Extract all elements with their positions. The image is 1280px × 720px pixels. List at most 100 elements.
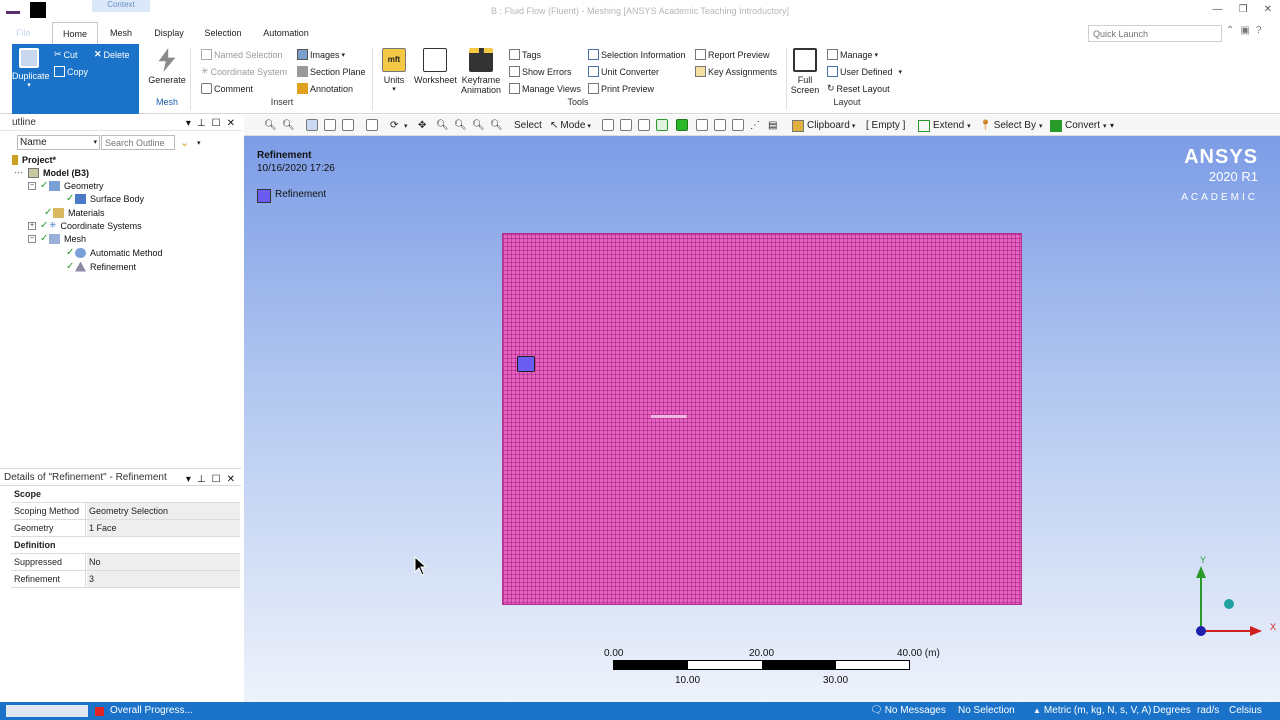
user-defined-button[interactable]: User Defined ▾ — [827, 66, 902, 77]
tree-item-geometry[interactable]: − ✓ Geometry — [28, 179, 104, 192]
units-button[interactable]: mft Units ▾ — [378, 48, 410, 95]
tree-item-model[interactable]: ⋯ Model (B3) — [14, 166, 89, 179]
filter-options-icon[interactable]: ⌄ — [180, 136, 189, 149]
coordinate-system-button[interactable]: ✳ Coordinate System — [201, 66, 287, 77]
box-zoom-icon[interactable]: 🔍︎ — [454, 118, 467, 133]
pan-icon[interactable]: ✥ — [418, 118, 426, 133]
worksheet-button[interactable]: Worksheet — [414, 48, 457, 85]
edge-view-icon[interactable] — [342, 119, 354, 131]
details-section-scope[interactable]: Scope — [11, 486, 240, 503]
shaded-view-icon[interactable] — [306, 119, 318, 131]
chevron-down-icon[interactable]: ▾ — [404, 118, 408, 133]
duplicate-button[interactable]: Duplicate ▾ — [12, 48, 50, 91]
key-assignments-button[interactable]: Key Assignments — [695, 66, 777, 77]
select-all-icon[interactable]: ⋰ — [750, 118, 760, 133]
expand-icon[interactable]: + — [28, 221, 36, 230]
select-vertex-icon[interactable] — [602, 119, 614, 131]
zoom-out-icon[interactable]: 🔍︎ — [282, 118, 295, 133]
collapse-ribbon-icon[interactable]: ⌃ — [1226, 25, 1234, 36]
maximize-pane-icon[interactable]: ☐ — [212, 116, 221, 131]
tree-item-surface-body[interactable]: ✓ Surface Body — [66, 192, 144, 205]
pin-pane-icon[interactable]: ⊥ — [197, 116, 206, 131]
select-edge-icon[interactable] — [620, 119, 632, 131]
app-menu-icon[interactable] — [6, 11, 20, 14]
annotation-button[interactable]: Annotation — [297, 83, 353, 94]
tab-selection[interactable]: Selection — [196, 22, 250, 44]
details-row-scoping-method[interactable]: Scoping Method Geometry Selection — [11, 503, 240, 520]
selected-face-marker[interactable] — [517, 356, 535, 372]
select-face-icon[interactable] — [638, 119, 650, 131]
report-preview-button[interactable]: Report Preview — [695, 49, 770, 60]
tab-file[interactable]: File — [0, 22, 52, 44]
print-preview-button[interactable]: Print Preview — [588, 83, 654, 94]
details-row-geometry[interactable]: Geometry 1 Face — [11, 520, 240, 537]
help-icon[interactable]: ? — [1256, 25, 1262, 36]
tab-home[interactable]: Home — [52, 22, 98, 44]
tree-item-automatic-method[interactable]: ✓ Automatic Method — [66, 246, 163, 259]
zoom-in-icon[interactable]: 🔍︎ — [264, 118, 277, 133]
collapse-icon[interactable]: − — [28, 234, 36, 243]
tags-button[interactable]: Tags — [509, 49, 541, 60]
show-errors-button[interactable]: Show Errors — [509, 66, 572, 77]
convert-dropdown[interactable]: Convert ▾ — [1050, 118, 1107, 133]
delete-button[interactable]: ✕ Delete — [94, 49, 130, 60]
display-options-icon[interactable] — [366, 119, 378, 131]
details-row-suppressed[interactable]: Suppressed No — [11, 554, 240, 571]
reset-layout-button[interactable]: ↻ Reset Layout — [827, 83, 890, 94]
graphics-viewport[interactable]: Refinement 10/16/2020 17:26 Refinement A… — [244, 136, 1280, 702]
search-outline-input[interactable] — [101, 135, 175, 150]
mode-dropdown[interactable]: ↖ Mode ▾ — [550, 118, 591, 133]
tab-mesh[interactable]: Mesh — [100, 22, 142, 44]
zoom-icon[interactable]: 🔍︎ — [436, 118, 449, 133]
select-mesh-icon[interactable] — [732, 119, 744, 131]
pane-menu-icon[interactable]: ▾ — [186, 116, 191, 131]
save-layout-icon[interactable]: ▣ — [1240, 25, 1249, 36]
minimize-icon[interactable]: — — [1213, 4, 1223, 15]
tree-item-coordinate-systems[interactable]: + ✓ ✳ Coordinate Systems — [28, 219, 142, 232]
select-button[interactable]: Select — [514, 118, 542, 133]
wireframe-view-icon[interactable] — [324, 119, 336, 131]
section-plane-button[interactable]: Section Plane — [297, 66, 366, 77]
tree-item-project[interactable]: Project* — [12, 153, 56, 166]
manage-views-button[interactable]: Manage Views — [509, 83, 581, 94]
outline-filter-select[interactable]: Name ▾ — [17, 135, 100, 150]
unit-system-status[interactable]: ▲ Metric (m, kg, N, s, V, A) — [1033, 705, 1151, 716]
select-by-tag-icon[interactable]: ▤ — [768, 118, 777, 133]
clipboard-dropdown[interactable]: Clipboard ▾ — [792, 118, 855, 133]
details-section-definition[interactable]: Definition — [11, 537, 240, 554]
collapse-icon[interactable]: − — [28, 181, 36, 190]
restore-icon[interactable]: ❐ — [1239, 4, 1248, 15]
generate-button[interactable]: Generate — [147, 48, 187, 85]
close-pane-icon[interactable]: ✕ — [227, 116, 235, 131]
images-button[interactable]: Images ▾ — [297, 49, 345, 60]
close-icon[interactable]: ✕ — [1264, 4, 1272, 15]
overall-progress[interactable]: Overall Progress... — [110, 705, 193, 716]
select-element-face-icon[interactable] — [696, 119, 708, 131]
tree-item-refinement[interactable]: ✓ Refinement — [66, 260, 136, 273]
unit-converter-button[interactable]: Unit Converter — [588, 66, 659, 77]
tab-automation[interactable]: Automation — [256, 22, 316, 44]
rotate-icon[interactable]: ⟳ — [390, 118, 398, 133]
tree-item-mesh[interactable]: − ✓ Mesh — [28, 232, 86, 245]
extend-dropdown[interactable]: Extend ▾ — [918, 118, 971, 133]
toolbar-overflow-icon[interactable]: ▾ — [1110, 118, 1114, 133]
messages-status[interactable]: 🗨︎ No Messages — [870, 705, 946, 716]
temperature-unit-status[interactable]: Celsius — [1229, 705, 1262, 716]
tree-item-materials[interactable]: ✓ Materials — [44, 206, 105, 219]
manage-button[interactable]: Manage ▾ — [827, 49, 878, 60]
quick-launch-input[interactable] — [1088, 25, 1222, 42]
chevron-down-icon[interactable]: ▾ — [197, 139, 201, 147]
tab-display[interactable]: Display — [146, 22, 192, 44]
mesh-surface[interactable] — [502, 233, 1022, 605]
magnifier-icon[interactable]: 🔍︎ — [490, 118, 503, 133]
cut-button[interactable]: ✂ Cut — [54, 49, 78, 60]
selection-information-button[interactable]: Selection Information — [588, 49, 686, 60]
full-screen-button[interactable]: Full Screen — [790, 48, 820, 95]
zoom-to-fit-icon[interactable]: 🔍︎ — [472, 118, 485, 133]
select-element-icon[interactable] — [714, 119, 726, 131]
rate-unit-status[interactable]: rad/s — [1197, 705, 1219, 716]
details-row-refinement[interactable]: Refinement 3 — [11, 571, 240, 588]
copy-button[interactable]: Copy — [54, 66, 88, 77]
select-node-icon[interactable] — [676, 119, 688, 131]
keyframe-animation-button[interactable]: Keyframe Animation — [460, 48, 502, 95]
